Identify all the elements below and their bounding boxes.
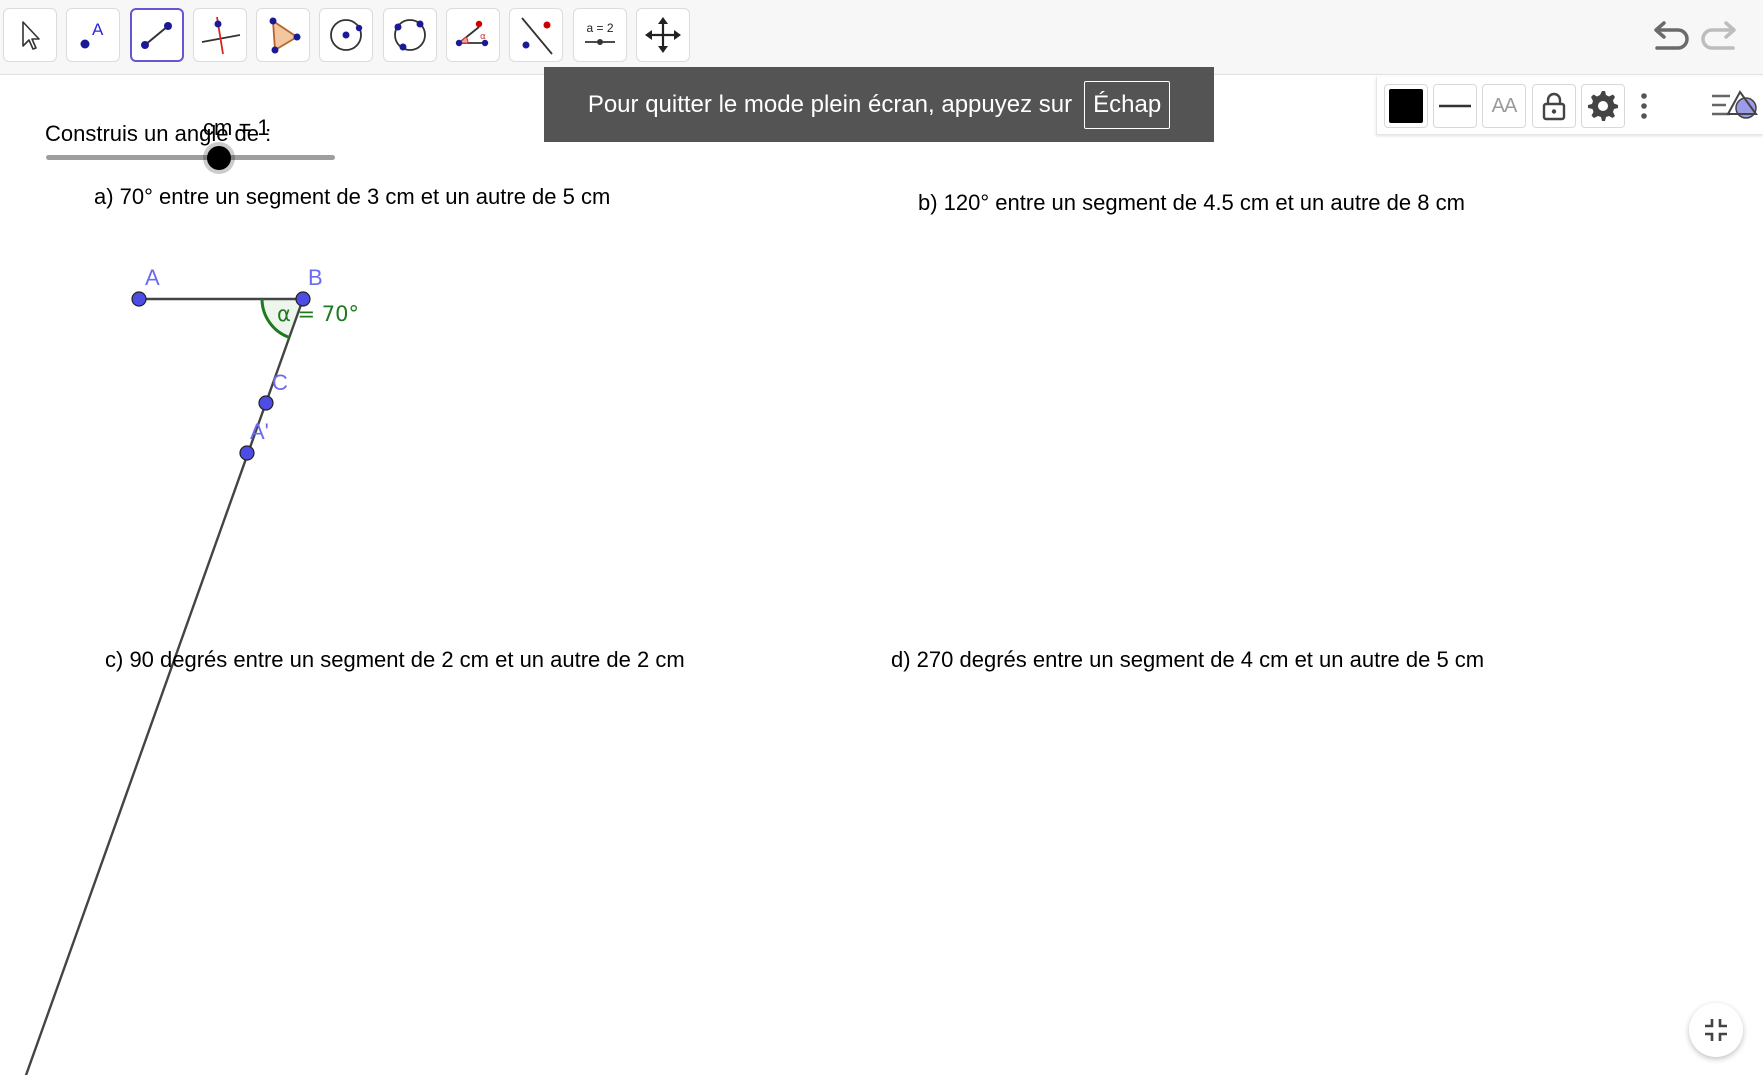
slider-value-label: cm = 1 [203, 115, 270, 140]
fullscreen-exit-toast: Pour quitter le mode plein écran, appuye… [544, 67, 1214, 142]
point-a[interactable] [131, 291, 147, 307]
point-a-prime-label: A' [250, 419, 269, 444]
segment-ba-prime[interactable] [24, 298, 305, 1075]
task-c-text: c) 90 degrés entre un segment de 2 cm et… [105, 647, 685, 672]
task-d-text: d) 270 degrés entre un segment de 4 cm e… [891, 647, 1485, 672]
graphics-view[interactable]: A B C A' α = 70° [0, 0, 1763, 1075]
point-a-label: A [145, 265, 160, 290]
task-a-text: a) 70° entre un segment de 3 cm et un au… [94, 184, 611, 209]
toast-message: Pour quitter le mode plein écran, appuye… [587, 90, 1073, 118]
angle-alpha-label: α = 70° [277, 302, 359, 326]
exit-fullscreen-button[interactable] [1689, 1003, 1743, 1057]
point-b-label: B [308, 265, 323, 290]
collapse-icon [1705, 1019, 1727, 1041]
point-c[interactable] [258, 395, 274, 411]
task-b-text: b) 120° entre un segment de 4.5 cm et un… [918, 190, 1465, 215]
point-c-label: C [272, 370, 288, 395]
escape-key-badge: Échap [1084, 80, 1171, 129]
point-a-prime[interactable] [239, 445, 255, 461]
scale-slider-track[interactable] [46, 155, 335, 160]
